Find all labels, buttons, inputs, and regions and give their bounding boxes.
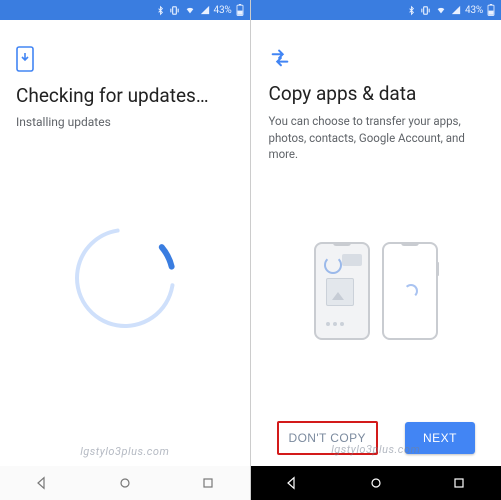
vibrate-icon <box>169 5 180 16</box>
battery-percentage: 43% <box>465 5 483 16</box>
nav-bar <box>0 466 250 500</box>
battery-icon <box>236 4 244 16</box>
status-bar: 43% <box>0 0 250 20</box>
screen-updates: 43% Checking for updates… Installing upd… <box>0 0 251 500</box>
bluetooth-icon <box>156 5 165 16</box>
page-description: You can choose to transfer your apps, ph… <box>269 113 484 163</box>
loading-spinner-icon <box>65 218 185 338</box>
signal-icon <box>451 5 461 15</box>
old-device-icon <box>314 242 370 340</box>
transfer-arrows-icon <box>269 46 291 68</box>
nav-recents-button[interactable] <box>439 475 479 491</box>
wifi-icon <box>435 5 447 15</box>
nav-home-button[interactable] <box>105 475 145 491</box>
page-subtitle: Installing updates <box>16 115 234 129</box>
nav-back-button[interactable] <box>272 475 312 491</box>
signal-icon <box>200 5 210 15</box>
status-bar: 43% <box>251 0 501 20</box>
screen-copy-data: 43% Copy apps & data You can choose to t… <box>251 0 501 500</box>
next-button[interactable]: NEXT <box>405 422 475 454</box>
battery-icon <box>487 4 495 16</box>
nav-recents-button[interactable] <box>188 475 228 491</box>
page-title: Checking for updates… <box>16 84 234 107</box>
battery-percentage: 43% <box>214 5 232 16</box>
vibrate-icon <box>420 5 431 16</box>
new-device-icon <box>382 242 438 340</box>
bluetooth-icon <box>407 5 416 16</box>
nav-back-button[interactable] <box>22 475 62 491</box>
nav-home-button[interactable] <box>356 475 396 491</box>
wifi-icon <box>184 5 196 15</box>
nav-bar <box>251 466 501 500</box>
page-title: Copy apps & data <box>269 82 484 105</box>
dont-copy-button[interactable]: DON'T COPY <box>277 421 378 455</box>
device-illustration <box>269 163 484 418</box>
system-update-icon <box>16 46 34 72</box>
